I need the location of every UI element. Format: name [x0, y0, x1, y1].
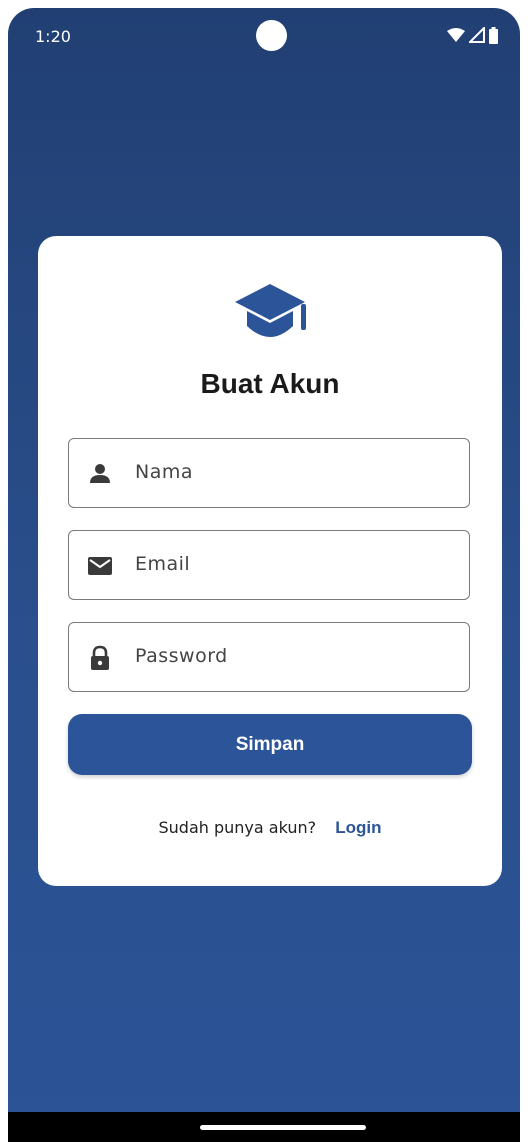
navigation-bar: [8, 1112, 520, 1142]
cellular-signal-icon: [469, 27, 485, 43]
email-field[interactable]: Email: [68, 530, 470, 600]
mail-icon: [87, 553, 113, 579]
signup-card: Buat Akun Nama Email Password Simpan Sud…: [38, 236, 502, 886]
wifi-icon: [447, 28, 465, 42]
phone-screen: 1:20 Buat Akun Nama Email Password Simpa…: [8, 8, 520, 1142]
password-field[interactable]: Password: [68, 622, 470, 692]
name-field-placeholder: Nama: [135, 461, 194, 483]
camera-cutout: [256, 20, 287, 51]
login-link[interactable]: Login: [335, 818, 381, 837]
page-title: Buat Akun: [200, 368, 340, 399]
home-handle[interactable]: [200, 1125, 366, 1130]
graduation-cap-icon: [231, 280, 309, 346]
person-icon: [87, 461, 113, 487]
email-field-placeholder: Email: [135, 553, 191, 575]
name-field[interactable]: Nama: [68, 438, 470, 508]
save-button[interactable]: Simpan: [68, 714, 472, 775]
login-prompt-text: Sudah punya akun?: [158, 818, 317, 837]
status-icons: [447, 26, 498, 44]
login-prompt-row: Sudah punya akun? Login: [38, 818, 502, 838]
status-bar: 1:20: [8, 8, 520, 64]
battery-icon: [489, 26, 498, 44]
lock-icon: [87, 645, 113, 671]
status-time: 1:20: [35, 27, 71, 46]
password-field-placeholder: Password: [135, 645, 228, 667]
